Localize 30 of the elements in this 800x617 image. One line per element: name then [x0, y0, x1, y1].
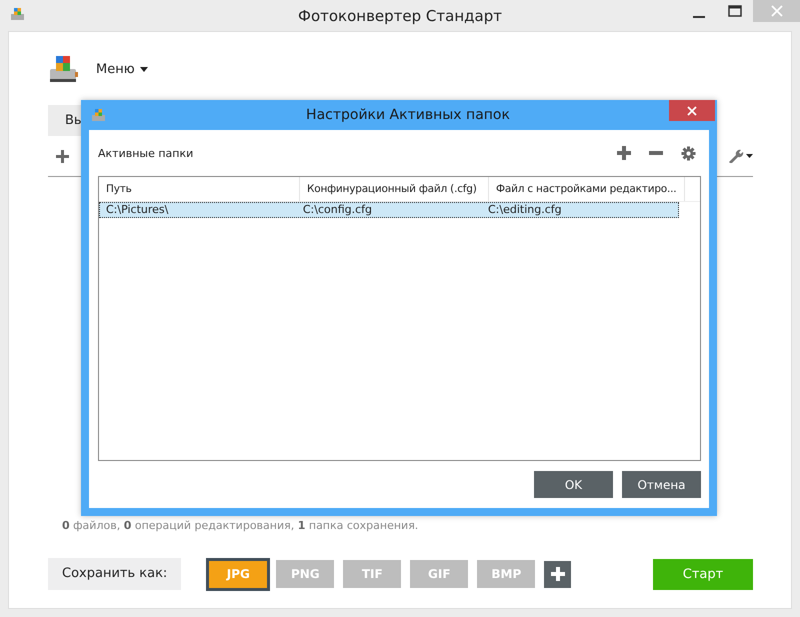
column-header[interactable]: Конфинурационный файл (.cfg) [300, 177, 489, 201]
column-header[interactable]: Файл с настройками редактиро... [489, 177, 685, 201]
minimize-icon [693, 16, 705, 18]
table-cell-text: C:\config.cfg [302, 203, 374, 217]
wrench-icon[interactable] [727, 149, 753, 163]
plus-icon [550, 567, 565, 581]
app-icon [48, 53, 80, 85]
table-cell-text: C:\editing.cfg [487, 203, 563, 217]
caret-icon [140, 66, 148, 72]
close-icon [687, 106, 697, 116]
dialog-title: Настройки Активных папок [306, 107, 510, 123]
add-icon[interactable] [617, 146, 631, 160]
app-icon [91, 107, 107, 123]
table-row[interactable]: C:\Pictures\ C:\config.cfg C:\editing.cfg [99, 202, 679, 218]
section-label: Активные папки [98, 146, 194, 160]
settings-icon[interactable] [681, 146, 696, 160]
save-as-label: Сохранить как: [48, 558, 182, 590]
cancel-button[interactable]: Отмена [622, 471, 701, 498]
menu-button[interactable]: Меню [96, 62, 148, 76]
maximize-icon [728, 5, 742, 17]
add-format-button[interactable] [544, 560, 572, 588]
ok-button[interactable]: OK [534, 471, 613, 498]
close-icon [770, 5, 782, 17]
app-icon [10, 6, 26, 22]
window-title: Фотоконвертер Стандарт [298, 6, 502, 24]
close-button[interactable] [669, 100, 715, 121]
status-text: 0 файлов, 0 операций редактирования, 1 папка сохранения. [61, 519, 420, 532]
column-header[interactable]: Путь [99, 177, 300, 201]
table-cell-text: C:\Pictures\ [105, 203, 170, 217]
add-icon[interactable] [56, 150, 69, 162]
